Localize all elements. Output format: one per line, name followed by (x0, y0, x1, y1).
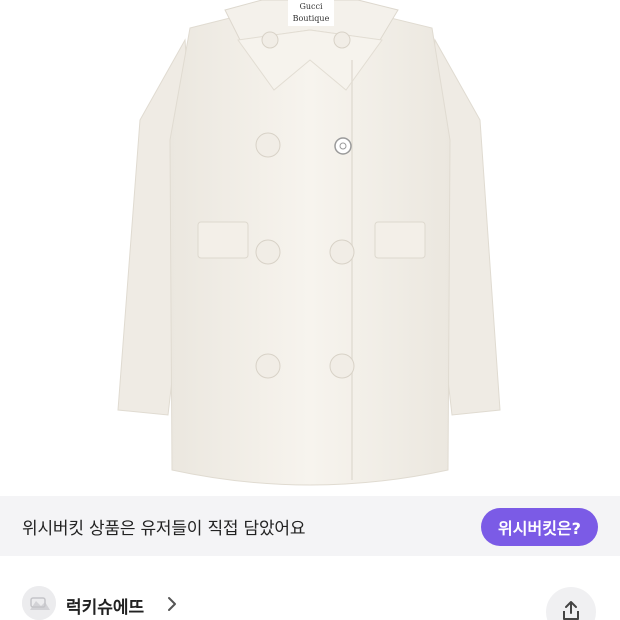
seller-avatar-icon[interactable] (22, 586, 56, 620)
product-page: Gucci Boutique 위시버킷 상품은 유저들이 직접 담았어요 위시버… (0, 0, 620, 620)
share-icon (563, 601, 579, 620)
avatar-placeholder-icon (22, 586, 56, 620)
label-text-1: Gucci (299, 2, 323, 11)
label-text-2: Boutique (293, 14, 330, 23)
chevron-right-icon[interactable] (165, 596, 179, 612)
product-image[interactable]: Gucci Boutique (0, 0, 620, 496)
coat-illustration: Gucci Boutique (117, 0, 501, 486)
wishbucket-banner-text: 위시버킷 상품은 유저들이 직접 담았어요 (22, 519, 306, 539)
wishbucket-info-button[interactable]: 위시버킷은? (481, 508, 598, 546)
seller-name[interactable]: 럭키슈에뜨 (66, 593, 144, 618)
